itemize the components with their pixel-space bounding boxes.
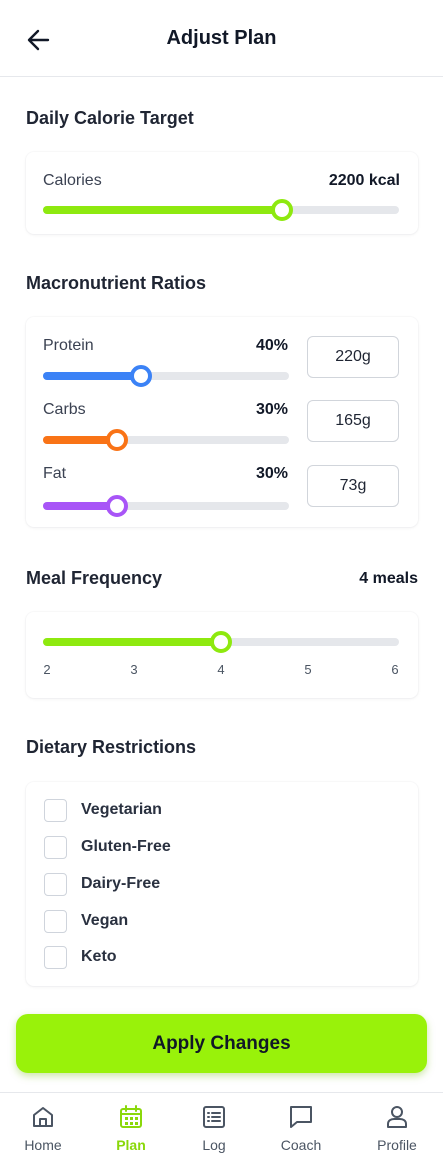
- macro-label: Carbs: [43, 401, 86, 418]
- diet-section-title: Dietary Restrictions: [26, 737, 197, 757]
- calorie-slider[interactable]: [43, 199, 399, 221]
- protein-slider-thumb[interactable]: [130, 365, 153, 387]
- diet-option-label: Vegetarian: [81, 801, 162, 818]
- nav-item-home[interactable]: Home: [8, 1093, 78, 1159]
- diet-option-keto[interactable]: Keto: [44, 945, 117, 969]
- diet-option-label: Vegan: [81, 912, 129, 929]
- diet-option-vegan[interactable]: Vegan: [44, 909, 128, 933]
- nav-label: Profile: [377, 1137, 417, 1153]
- meal-tick-4: 4: [217, 662, 225, 677]
- fat-slider[interactable]: [43, 495, 289, 517]
- calorie-label: Calories: [43, 172, 102, 189]
- user-icon: [387, 1106, 407, 1128]
- meal-tick-6: 6: [391, 662, 399, 677]
- diet-card: Vegetarian Gluten-Free Dairy-Free Vegan …: [26, 782, 418, 986]
- meals-section-title: Meal Frequency: [26, 568, 163, 588]
- fat-grams-input[interactable]: 73g: [307, 465, 399, 507]
- macro-percent: 30%: [255, 465, 288, 482]
- macro-label: Fat: [43, 465, 67, 482]
- calendar-icon: [120, 1105, 142, 1128]
- checkbox[interactable]: [44, 945, 67, 969]
- calorie-section-title: Daily Calorie Target: [26, 108, 194, 128]
- nav-label: Home: [24, 1137, 62, 1153]
- calorie-slider-thumb[interactable]: [270, 199, 293, 221]
- carbs-slider[interactable]: [43, 429, 289, 451]
- checkbox[interactable]: [44, 798, 67, 822]
- fat-slider-thumb[interactable]: [105, 495, 128, 517]
- chat-icon: [290, 1106, 312, 1128]
- carbs-slider-thumb[interactable]: [105, 429, 128, 451]
- nav-item-coach[interactable]: Coach: [266, 1093, 336, 1159]
- meal-tick-2: 2: [43, 662, 51, 677]
- meals-value: 4 meals: [359, 570, 418, 587]
- macro-percent: 30%: [255, 401, 288, 418]
- diet-option-label: Dairy-Free: [81, 875, 161, 892]
- nav-label: Coach: [280, 1137, 322, 1153]
- page-title: Adjust Plan: [166, 27, 277, 49]
- macros-section-title: Macronutrient Ratios: [26, 273, 207, 293]
- diet-option-gluten-free[interactable]: Gluten-Free: [44, 835, 171, 859]
- list-icon: [203, 1106, 225, 1128]
- header: Adjust Plan: [0, 0, 443, 77]
- macro-percent: 40%: [255, 337, 288, 354]
- checkbox[interactable]: [44, 872, 67, 896]
- nav-item-plan[interactable]: Plan: [96, 1093, 166, 1159]
- carbs-grams-input[interactable]: 165g: [307, 400, 399, 442]
- apply-changes-button[interactable]: Apply Changes: [16, 1014, 427, 1073]
- nav-label: Plan: [116, 1137, 146, 1153]
- meal-slider-thumb[interactable]: [210, 631, 232, 653]
- home-icon: [33, 1107, 53, 1127]
- meal-frequency-slider[interactable]: [43, 631, 399, 653]
- diet-option-label: Keto: [81, 948, 117, 965]
- bottom-nav: Home Plan Log Coach Profile: [0, 1092, 443, 1159]
- protein-slider-fill: [43, 372, 142, 380]
- meals-card: 2 3 4 5 6: [26, 612, 418, 698]
- diet-option-label: Gluten-Free: [81, 838, 171, 855]
- macros-card: Protein 40% 220g Carbs 30% 165g Fat 30% …: [26, 317, 418, 527]
- calorie-value: 2200 kcal: [328, 172, 400, 189]
- checkbox[interactable]: [44, 835, 67, 859]
- calorie-card: Calories 2200 kcal: [26, 152, 418, 234]
- diet-option-dairy-free[interactable]: Dairy-Free: [44, 872, 160, 896]
- meal-tick-5: 5: [304, 662, 312, 677]
- protein-grams-input[interactable]: 220g: [307, 336, 399, 378]
- nav-item-log[interactable]: Log: [179, 1093, 249, 1159]
- nav-item-profile[interactable]: Profile: [362, 1093, 432, 1159]
- calorie-slider-fill: [43, 206, 282, 214]
- meal-slider-fill: [43, 638, 221, 646]
- macro-label: Protein: [43, 337, 94, 354]
- nav-label: Log: [202, 1137, 226, 1153]
- meal-tick-3: 3: [130, 662, 138, 677]
- diet-option-vegetarian[interactable]: Vegetarian: [44, 798, 162, 822]
- checkbox[interactable]: [44, 909, 67, 933]
- protein-slider[interactable]: [43, 365, 289, 387]
